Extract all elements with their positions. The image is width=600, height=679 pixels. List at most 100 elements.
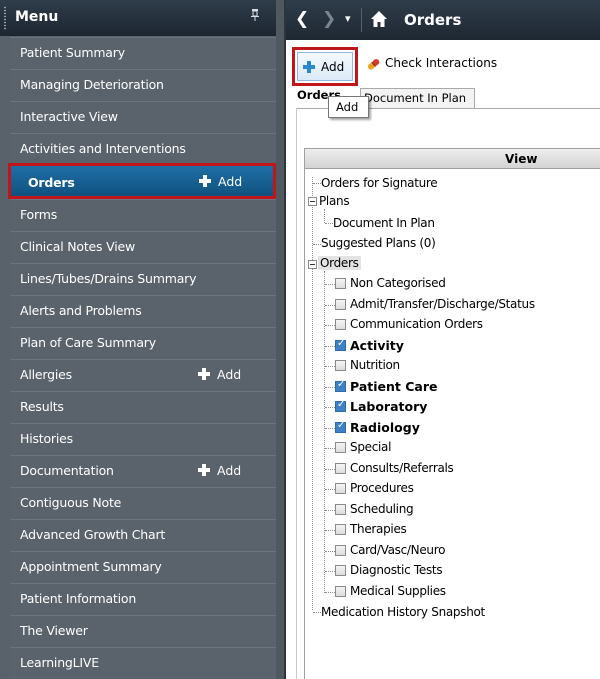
tree-plans[interactable]: Plans	[319, 194, 350, 208]
check-interactions-label: Check Interactions	[385, 56, 498, 70]
menu-item-lines-tubes-drains-summary[interactable]: Lines/Tubes/Drains Summary	[10, 263, 276, 295]
view-column-header[interactable]: View	[305, 149, 600, 169]
menu-item-label: Allergies	[20, 367, 72, 382]
menu-item-interactive-view[interactable]: Interactive View	[10, 101, 276, 133]
category-checkbox[interactable]	[335, 319, 346, 330]
category-label[interactable]: Non Categorised	[350, 276, 446, 290]
category-label[interactable]: Communication Orders	[350, 317, 483, 331]
category-checkbox[interactable]	[335, 483, 346, 494]
category-checkbox[interactable]	[335, 420, 346, 433]
view-column-header-label: View	[505, 152, 538, 166]
menu-item-label: Orders	[28, 175, 75, 190]
menu-item-label: Managing Deterioration	[20, 77, 164, 92]
menu-item-orders[interactable]: Orders Add	[8, 163, 276, 199]
menu-item-label: Alerts and Problems	[20, 303, 142, 318]
menu-item-patient-summary[interactable]: Patient Summary	[10, 37, 276, 69]
tree-connector	[325, 325, 335, 326]
tree-connector	[325, 407, 335, 408]
menu-splitter[interactable]	[276, 0, 286, 679]
plus-icon	[198, 464, 210, 476]
category-label[interactable]: Admit/Transfer/Discharge/Status	[350, 297, 535, 311]
menu-item-add-button[interactable]: Add	[198, 367, 241, 382]
menu-item-the-viewer[interactable]: The Viewer	[10, 615, 276, 647]
category-label[interactable]: Patient Care	[350, 379, 437, 394]
menu-item-patient-information[interactable]: Patient Information	[10, 583, 276, 615]
tab-document-in-plan[interactable]: Document In Plan	[360, 88, 475, 108]
tree-connector	[325, 305, 335, 306]
category-label[interactable]: Therapies	[350, 522, 407, 536]
home-icon[interactable]	[370, 10, 388, 28]
back-arrow-icon[interactable]: ❮	[295, 9, 309, 29]
menu-item-documentation[interactable]: Documentation Add	[10, 455, 276, 487]
menu-item-allergies[interactable]: Allergies Add	[10, 359, 276, 391]
tree-orders[interactable]: Orders	[318, 256, 361, 270]
tree-document-in-plan[interactable]: Document In Plan	[333, 216, 435, 230]
tooltip-text: Add	[336, 100, 359, 114]
menu-title: Menu	[15, 9, 59, 25]
add-order-button-face[interactable]: Add	[297, 52, 353, 81]
add-label: Add	[217, 367, 242, 382]
menu-item-advanced-growth-chart[interactable]: Advanced Growth Chart	[10, 519, 276, 551]
drag-grip-icon[interactable]	[3, 6, 7, 30]
category-label[interactable]: Special	[350, 440, 391, 454]
menu-item-forms[interactable]: Forms	[10, 199, 276, 231]
tree-orders-for-signature[interactable]: Orders for Signature	[321, 176, 438, 190]
menu-item-contiguous-note[interactable]: Contiguous Note	[10, 487, 276, 519]
tree-medication-history-snapshot[interactable]: Medication History Snapshot	[321, 605, 485, 619]
history-dropdown-icon[interactable]: ▾	[345, 12, 351, 25]
menu-item-plan-of-care-summary[interactable]: Plan of Care Summary	[10, 327, 276, 359]
category-label[interactable]: Nutrition	[350, 358, 400, 372]
category-checkbox[interactable]	[335, 524, 346, 535]
menu-item-histories[interactable]: Histories	[10, 423, 276, 455]
collapse-icon[interactable]	[308, 260, 317, 269]
category-label[interactable]: Procedures	[350, 481, 414, 495]
category-checkbox[interactable]	[335, 278, 346, 289]
menu-item-label: The Viewer	[20, 623, 88, 638]
menu-item-label: Clinical Notes View	[20, 239, 135, 254]
category-checkbox[interactable]	[335, 338, 346, 351]
category-label[interactable]: Radiology	[350, 420, 420, 435]
menu-item-appointment-summary[interactable]: Appointment Summary	[10, 551, 276, 583]
tree-suggested-plans[interactable]: Suggested Plans (0)	[321, 236, 436, 250]
category-label[interactable]: Scheduling	[350, 502, 414, 516]
category-label[interactable]: Medical Supplies	[350, 584, 446, 598]
category-checkbox[interactable]	[335, 504, 346, 515]
collapse-icon[interactable]	[308, 197, 317, 206]
plus-icon	[198, 368, 210, 380]
plus-icon	[303, 61, 315, 73]
menu-item-learninglive[interactable]: LearningLIVE	[10, 647, 276, 679]
menu-item-alerts-and-problems[interactable]: Alerts and Problems	[10, 295, 276, 327]
menu-item-clinical-notes-view[interactable]: Clinical Notes View	[10, 231, 276, 263]
category-checkbox[interactable]	[335, 399, 346, 412]
menu-item-add-button[interactable]: Add	[199, 174, 242, 189]
category-checkbox[interactable]	[335, 463, 346, 474]
tree-connector	[325, 448, 335, 449]
category-label[interactable]: Consults/Referrals	[350, 461, 454, 475]
add-order-button[interactable]: Add	[292, 47, 358, 86]
category-checkbox[interactable]	[335, 299, 346, 310]
tree-connector	[324, 271, 325, 593]
pin-icon[interactable]	[250, 9, 260, 24]
menu-item-results[interactable]: Results	[10, 391, 276, 423]
category-label[interactable]: Laboratory	[350, 399, 427, 414]
category-label[interactable]: Activity	[350, 338, 404, 353]
category-label[interactable]: Diagnostic Tests	[350, 563, 443, 577]
category-checkbox[interactable]	[335, 442, 346, 453]
tree-connector	[325, 469, 335, 470]
menu-item-activities-and-interventions[interactable]: Activities and Interventions	[10, 133, 276, 165]
menu-item-add-button[interactable]: Add	[198, 463, 241, 478]
add-label: Add	[217, 463, 242, 478]
menu-item-label: Documentation	[20, 463, 114, 478]
view-tree-panel: View Orders for Signature Plans Document…	[304, 148, 600, 679]
category-checkbox[interactable]	[335, 379, 346, 392]
menu-item-label: Results	[20, 399, 64, 414]
category-checkbox[interactable]	[335, 565, 346, 576]
menu-item-label: Advanced Growth Chart	[20, 527, 166, 542]
category-checkbox[interactable]	[335, 360, 346, 371]
category-label[interactable]: Card/Vasc/Neuro	[350, 543, 445, 557]
tree-connector	[325, 571, 335, 572]
category-checkbox[interactable]	[335, 545, 346, 556]
menu-item-managing-deterioration[interactable]: Managing Deterioration	[10, 69, 276, 101]
category-checkbox[interactable]	[335, 586, 346, 597]
forward-arrow-icon[interactable]: ❯	[322, 9, 336, 29]
